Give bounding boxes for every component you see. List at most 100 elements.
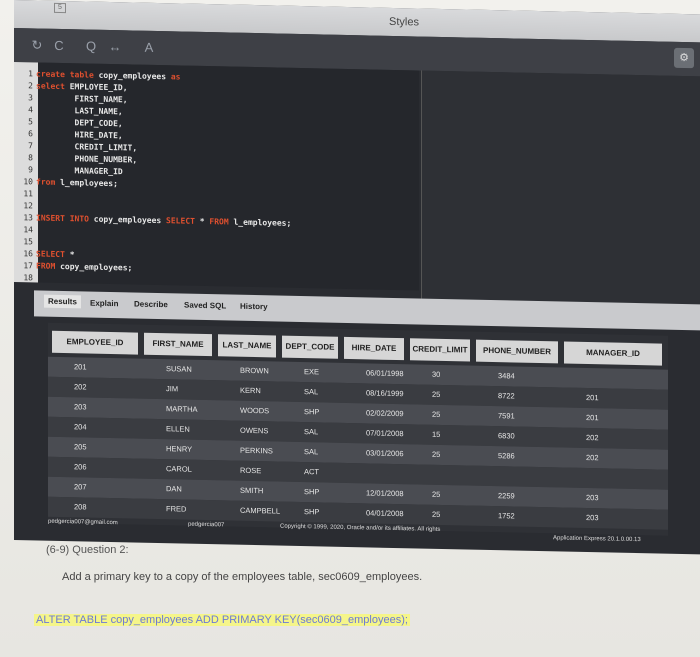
- table-cell: 207: [74, 482, 87, 492]
- table-cell: 1752: [498, 511, 515, 521]
- footer-user[interactable]: pedgercia007: [188, 522, 224, 529]
- table-cell: MARTHA: [166, 404, 198, 414]
- table-cell: WOODS: [240, 405, 270, 416]
- table-cell: SMITH: [240, 485, 264, 496]
- sql-text: copy_employees;: [55, 261, 133, 273]
- table-cell: SUSAN: [166, 364, 192, 374]
- tab-history[interactable]: History: [240, 302, 268, 312]
- sql-editor[interactable]: 1 create table copy_employees as 2 select E…: [14, 62, 419, 291]
- table-cell: 203: [74, 402, 87, 412]
- sql-keyword: FROM: [36, 261, 56, 271]
- table-cell: 208: [74, 502, 87, 512]
- table-cell: 203: [586, 512, 599, 523]
- sql-text: copy_employees: [88, 214, 167, 226]
- table-cell: ACT: [304, 467, 319, 477]
- table-cell: 12/01/2008: [366, 488, 404, 499]
- line-number: 18: [23, 273, 33, 283]
- footer-email[interactable]: pedgercia007@gmail.com: [48, 519, 118, 526]
- table-cell: 204: [74, 422, 87, 432]
- table-cell: 3484: [498, 371, 515, 381]
- table-cell: SHP: [304, 507, 320, 517]
- sql-text: HIRE_DATE,: [36, 129, 123, 141]
- column-header[interactable]: CREDIT_LIMIT: [410, 338, 470, 362]
- table-cell: 25: [432, 389, 441, 399]
- sql-text: l_employees;: [55, 177, 118, 189]
- line-number: 13: [23, 213, 33, 223]
- table-cell: 07/01/2008: [366, 428, 404, 439]
- table-cell: BROWN: [240, 365, 269, 376]
- line-number: 15: [23, 237, 33, 247]
- sql-keyword: FROM: [209, 217, 229, 227]
- table-cell: 201: [74, 362, 87, 372]
- column-header[interactable]: LAST_NAME: [218, 334, 276, 358]
- results-table: EMPLOYEE_ID FIRST_NAME LAST_NAME DEPT_CODE H…: [48, 322, 668, 536]
- sql-keyword: SELECT: [166, 216, 195, 226]
- table-cell: CAMPBELL: [240, 505, 281, 516]
- footer-version: Application Express 20.1.0.00.13: [553, 535, 641, 544]
- sql-text: copy_employees: [93, 70, 171, 82]
- table-cell: KERN: [240, 385, 261, 396]
- sql-text: DEPT_CODE,: [36, 117, 123, 129]
- table-cell: OWENS: [240, 425, 269, 436]
- sql-text: l_employees;: [228, 217, 292, 228]
- table-cell: SAL: [304, 427, 319, 437]
- column-header[interactable]: EMPLOYEE_ID: [52, 330, 138, 355]
- sql-keyword: as: [170, 72, 181, 82]
- line-number: 12: [23, 201, 33, 211]
- tab-saved-sql[interactable]: Saved SQL: [184, 301, 226, 311]
- column-header[interactable]: PHONE_NUMBER: [476, 339, 558, 364]
- column-header[interactable]: MANAGER_ID: [564, 341, 662, 366]
- line-number: 16: [23, 249, 33, 259]
- table-cell: 202: [74, 382, 87, 392]
- table-cell: 03/01/2006: [366, 448, 404, 459]
- tab-results[interactable]: Results: [44, 294, 81, 309]
- column-header[interactable]: FIRST_NAME: [144, 332, 212, 357]
- table-cell: DAN: [166, 484, 182, 494]
- line-number: 10: [23, 177, 33, 187]
- sql-text: *: [64, 250, 75, 260]
- swap-icon[interactable]: ↔: [106, 38, 124, 56]
- line-number: 14: [23, 225, 33, 235]
- table-cell: JIM: [166, 384, 179, 394]
- undo-icon[interactable]: ↻: [28, 36, 46, 54]
- tab-describe[interactable]: Describe: [134, 300, 168, 310]
- table-cell: 25: [432, 409, 441, 419]
- table-cell: 202: [586, 432, 599, 443]
- table-cell: 5286: [498, 451, 515, 461]
- table-cell: 25: [432, 489, 441, 499]
- redo-icon[interactable]: C: [50, 37, 68, 55]
- sql-text: *: [194, 216, 210, 227]
- table-cell: 25: [432, 449, 441, 459]
- text-icon[interactable]: A: [140, 39, 158, 57]
- sql-keyword: create table: [36, 69, 94, 80]
- line-number: 9: [28, 165, 33, 175]
- table-cell: 205: [74, 442, 87, 452]
- sql-keyword: from: [36, 177, 56, 187]
- settings-icon[interactable]: ⚙: [674, 47, 694, 69]
- line-number: 6: [28, 129, 33, 139]
- sql-text: LAST_NAME,: [36, 105, 123, 117]
- line-number: 1: [28, 69, 33, 79]
- table-cell: HENRY: [166, 444, 193, 454]
- table-cell: 25: [432, 509, 441, 519]
- table-cell: 08/16/1999: [366, 388, 404, 399]
- search-icon[interactable]: Q: [82, 37, 100, 55]
- column-header[interactable]: DEPT_CODE: [282, 335, 338, 359]
- table-cell: 201: [586, 412, 599, 423]
- line-number: 17: [23, 261, 33, 271]
- line-number: 4: [28, 105, 33, 115]
- sql-keyword: SELECT: [36, 249, 65, 260]
- sql-workshop-window: 5 Styles ↻ C Q ↔ A ⚙ 1 create table copy_…: [14, 0, 700, 555]
- tab-corner-badge: 5: [54, 2, 66, 14]
- table-cell: 206: [74, 462, 87, 472]
- table-cell: 6830: [498, 431, 515, 441]
- table-cell: 15: [432, 429, 441, 439]
- table-cell: EXE: [304, 367, 320, 377]
- line-number: 5: [28, 117, 33, 127]
- tab-explain[interactable]: Explain: [90, 299, 118, 309]
- column-header[interactable]: HIRE_DATE: [344, 336, 404, 361]
- sql-text: MANAGER_ID: [36, 165, 123, 177]
- table-cell: 203: [586, 492, 599, 503]
- table-cell: SHP: [304, 487, 320, 497]
- table-cell: PERKINS: [240, 445, 273, 456]
